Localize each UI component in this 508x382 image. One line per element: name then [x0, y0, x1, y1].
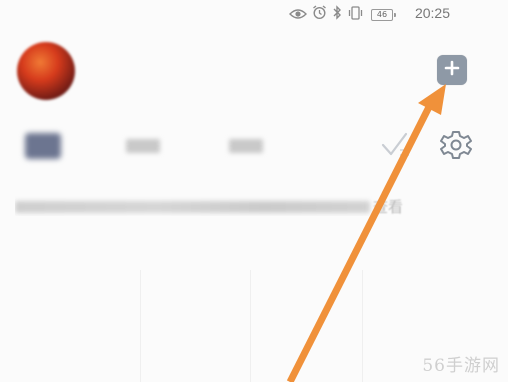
divider [250, 270, 251, 382]
view-link[interactable]: 查看 [373, 196, 403, 216]
tab-active[interactable] [25, 133, 61, 159]
status-time: 20:25 [414, 5, 450, 21]
watermark: 56手游网 [422, 356, 500, 376]
alarm-icon [312, 5, 327, 24]
info-line: 查看 [15, 196, 435, 216]
tab-label [126, 139, 160, 153]
gear-icon[interactable] [440, 129, 472, 161]
check-icon[interactable] [380, 130, 412, 162]
info-blurred-text [15, 200, 370, 213]
vibrate-icon [347, 5, 364, 24]
bluetooth-icon [332, 5, 342, 24]
tab-third[interactable] [229, 135, 263, 157]
status-icon-group: 46 [289, 5, 396, 24]
status-bar: 46 20:25 [0, 4, 508, 24]
tab-label [229, 139, 263, 153]
add-button[interactable] [437, 55, 467, 85]
plus-icon [444, 60, 460, 80]
eye-icon [289, 5, 307, 24]
tab-second[interactable] [126, 135, 160, 157]
avatar[interactable] [17, 42, 75, 100]
annotation-arrow [286, 84, 446, 382]
divider [140, 270, 141, 382]
app-screen: 46 20:25 查看 56手游网 [0, 0, 508, 382]
battery-icon: 46 [371, 8, 396, 21]
divider [362, 270, 363, 382]
